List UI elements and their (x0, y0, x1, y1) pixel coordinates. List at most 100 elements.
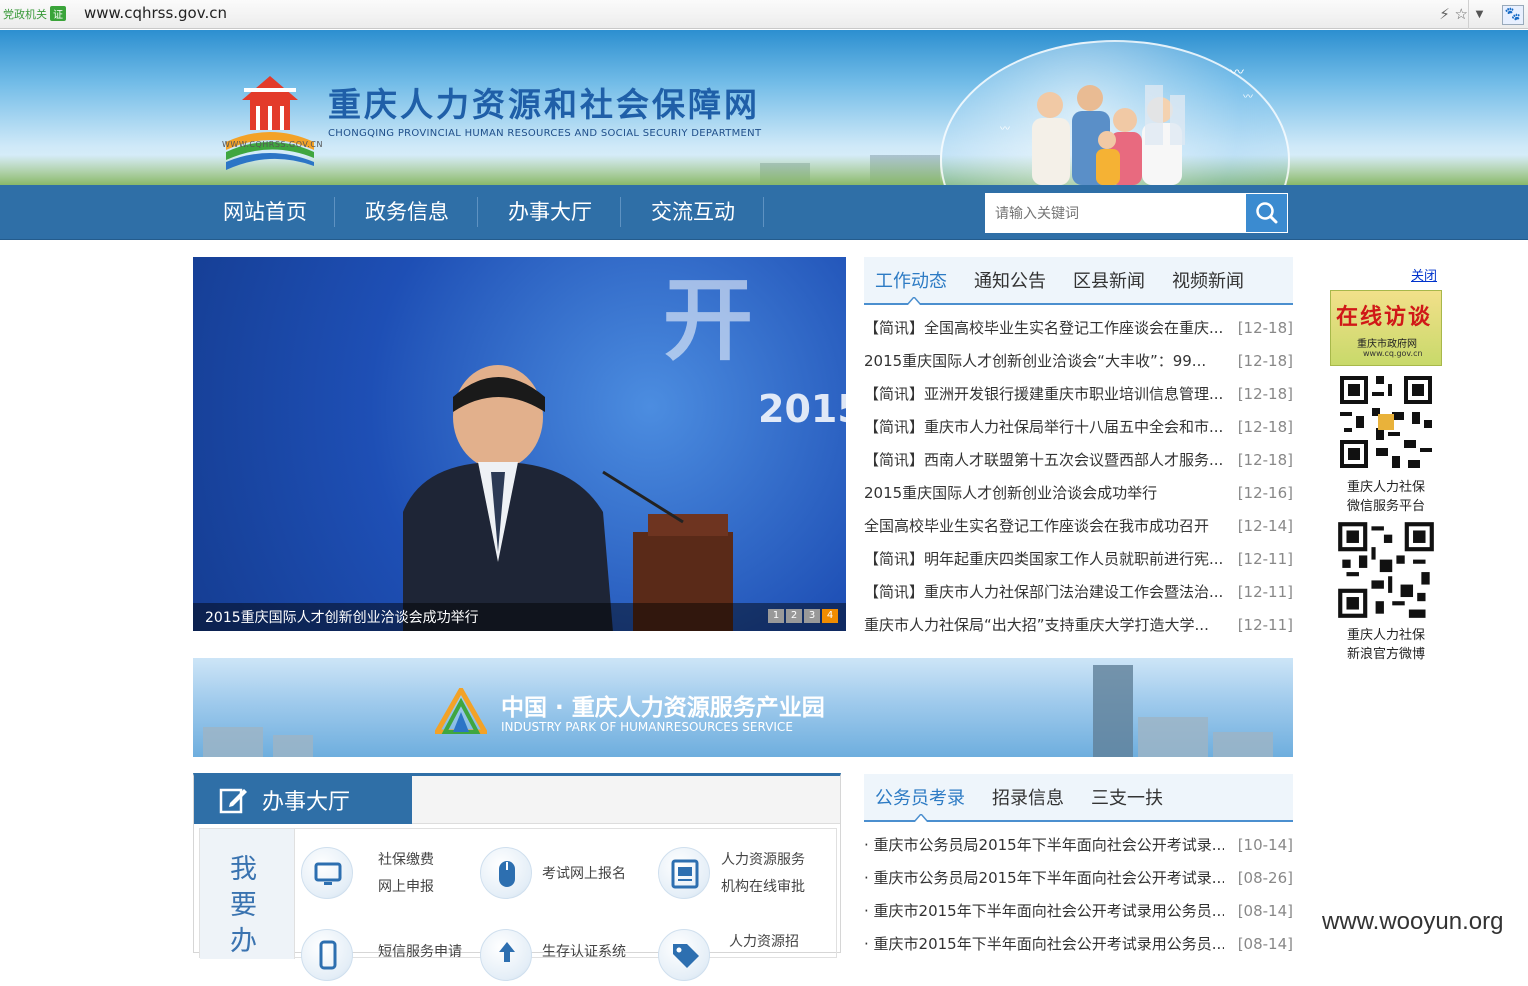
news-item[interactable]: 【简讯】西南人才联盟第十五次会议暨西部人才服务... [12-18] (864, 444, 1293, 477)
nav-item-service-hall[interactable]: 办事大厅 (491, 185, 609, 240)
slider-dot[interactable]: 3 (804, 609, 820, 623)
tab-notices[interactable]: 通知公告 (974, 267, 1046, 293)
online-interview-banner[interactable]: 在线访谈 重庆市政府网 www.cq.gov.cn (1330, 290, 1442, 366)
service-hr-agency-approval[interactable]: 人力资源服务 机构在线审批 (721, 847, 805, 901)
nav-item-gov-info[interactable]: 政务信息 (348, 185, 466, 240)
search-icon (1256, 202, 1278, 224)
news-date: [12-18] (1237, 451, 1293, 469)
tab-recruitment-info[interactable]: 招录信息 (992, 784, 1064, 810)
exam-item[interactable]: · 重庆市公务员局2015年下半年面向社会公开考试录... [10-14] (864, 829, 1293, 862)
news-item[interactable]: 2015重庆国际人才创新创业洽谈会“大丰收”：99... [12-18] (864, 345, 1293, 378)
news-slider[interactable]: 开 2015 2015重庆国际人才创新创业洽谈会成功举行 1234 (193, 257, 846, 631)
slider-dot[interactable]: 1 (768, 609, 784, 623)
exam-title[interactable]: · 重庆市公务员局2015年下半年面向社会公开考试录... (864, 862, 1224, 895)
news-item[interactable]: 【简讯】全国高校毕业生实名登记工作座谈会在重庆... [12-18] (864, 312, 1293, 345)
service-hr-recruitment[interactable]: 人力资源招 (729, 929, 799, 956)
exam-item[interactable]: · 重庆市2015年下半年面向社会公开考试录用公务员... [08-14] (864, 895, 1293, 928)
news-title[interactable]: 全国高校毕业生实名登记工作座谈会在我市成功召开 (864, 510, 1224, 543)
lightning-icon[interactable]: ⚡ (1439, 5, 1450, 23)
news-item[interactable]: 重庆市人力社保局“出大招”支持重庆大学打造大学... [12-11] (864, 609, 1293, 642)
slider-backdrop-year: 2015 (758, 387, 846, 431)
active-tab-arrow-icon (907, 297, 921, 305)
cert-indicator[interactable]: 党政机关证 (3, 6, 66, 22)
nav-item-home[interactable]: 网站首页 (206, 185, 324, 240)
exam-tabs: 公务员考录 招录信息 三支一扶 (864, 774, 1293, 822)
news-date: [12-14] (1237, 517, 1293, 535)
site-subtitle: CHONGQING PROVINCIAL HUMAN RESOURCES AND… (328, 128, 762, 139)
news-title[interactable]: 【简讯】西南人才联盟第十五次会议暨西部人才服务... (864, 444, 1224, 477)
industry-park-banner[interactable]: 中国 · 重庆人力资源服务产业园 INDUSTRY PARK OF HUMANR… (193, 658, 1293, 757)
monitor-icon[interactable] (301, 847, 353, 899)
close-link[interactable]: 关闭 (1411, 265, 1437, 284)
browser-address-bar: 党政机关证 www.cqhrss.gov.cn ⚡ ☆ ▼ 🐾 (0, 0, 1528, 29)
dropdown-arrow-icon[interactable]: ▼ (1468, 0, 1490, 29)
tag-icon[interactable] (658, 929, 710, 981)
news-title[interactable]: 【简讯】全国高校毕业生实名登记工作座谈会在重庆... (864, 312, 1224, 345)
site-header: 〰 〰 〰 WWW.CQHRSS.GOV.CN 重庆人力资源和社会保障网 CHO… (0, 30, 1528, 185)
wo-char: 我 (230, 854, 257, 885)
news-title[interactable]: 重庆市人力社保局“出大招”支持重庆大学打造大学... (864, 609, 1224, 642)
exam-title[interactable]: · 重庆市公务员局2015年下半年面向社会公开考试录... (864, 829, 1224, 862)
service-social-insurance[interactable]: 社保缴费 网上申报 (378, 847, 434, 901)
service-exam-registration[interactable]: 考试网上报名 (542, 861, 626, 888)
news-item[interactable]: 【简讯】明年起重庆四类国家工作人员就职前进行宪... [12-11] (864, 543, 1293, 576)
news-item[interactable]: 全国高校毕业生实名登记工作座谈会在我市成功召开 [12-14] (864, 510, 1293, 543)
slider-backdrop-text: 开 (663, 268, 753, 373)
star-icon[interactable]: ☆ (1455, 5, 1468, 23)
qr-label-line: 重庆人力社保 (1346, 628, 1425, 643)
news-title[interactable]: 【简讯】明年起重庆四类国家工作人员就职前进行宪... (864, 543, 1224, 576)
news-item[interactable]: 【简讯】重庆市人力社保部门法治建设工作会暨法治... [12-11] (864, 576, 1293, 609)
tab-work-news[interactable]: 工作动态 (875, 267, 947, 293)
url-field[interactable]: www.cqhrss.gov.cn (84, 4, 227, 22)
exam-item[interactable]: · 重庆市公务员局2015年下半年面向社会公开考试录... [08-26] (864, 862, 1293, 895)
nav-divider (763, 197, 764, 227)
slider-dot[interactable]: 2 (786, 609, 802, 623)
exam-date: [08-14] (1237, 935, 1293, 953)
search-button[interactable] (1245, 193, 1288, 233)
main-nav: 网站首页 政务信息 办事大厅 交流互动 (0, 185, 1528, 240)
exam-title[interactable]: · 重庆市2015年下半年面向社会公开考试录用公务员... (864, 895, 1224, 928)
edit-icon (219, 788, 247, 814)
service-label: 考试网上报名 (542, 866, 626, 882)
news-title[interactable]: 2015重庆国际人才创新创业洽谈会“大丰收”：99... (864, 345, 1224, 378)
news-date: [12-11] (1237, 550, 1293, 568)
cert-label: 党政机关 (3, 8, 47, 21)
tab-three-supports[interactable]: 三支一扶 (1091, 784, 1163, 810)
tab-district-news[interactable]: 区县新闻 (1073, 267, 1145, 293)
slider-caption[interactable]: 2015重庆国际人才创新创业洽谈会成功举行 (205, 607, 479, 627)
news-title[interactable]: 【简讯】亚洲开发银行援建重庆市职业培训信息管理... (864, 378, 1224, 411)
exam-item[interactable]: · 重庆市2015年下半年面向社会公开考试录用公务员... [08-14] (864, 928, 1293, 961)
nav-item-interaction[interactable]: 交流互动 (634, 185, 752, 240)
exam-date: [10-14] (1237, 836, 1293, 854)
news-date: [12-16] (1237, 484, 1293, 502)
i-want-to-do-label: 我 要 办 (200, 829, 295, 959)
interview-source: 重庆市政府网 (1357, 339, 1417, 350)
wechat-qr-label: 重庆人力社保 微信服务平台 (1331, 478, 1441, 516)
news-item[interactable]: 【简讯】重庆市人力社保局举行十八届五中全会和市... [12-18] (864, 411, 1293, 444)
news-date: [12-18] (1237, 418, 1293, 436)
news-date: [12-11] (1237, 583, 1293, 601)
family-illustration (1032, 85, 1185, 185)
upload-icon[interactable] (480, 929, 532, 981)
extension-icon[interactable]: 🐾 (1502, 5, 1524, 25)
tab-civil-servant-exam[interactable]: 公务员考录 (875, 784, 965, 810)
news-date: [12-18] (1237, 319, 1293, 337)
news-title[interactable]: 2015重庆国际人才创新创业洽谈会成功举行 (864, 477, 1224, 510)
building-illustration (203, 727, 263, 757)
news-item[interactable]: 【简讯】亚洲开发银行援建重庆市职业培训信息管理... [12-18] (864, 378, 1293, 411)
site-title: 重庆人力资源和社会保障网 (328, 85, 760, 124)
exam-title[interactable]: · 重庆市2015年下半年面向社会公开考试录用公务员... (864, 928, 1224, 961)
banner-title: 中国 · 重庆人力资源服务产业园 (501, 695, 825, 721)
phone-icon[interactable] (301, 929, 353, 981)
search-input[interactable] (985, 193, 1245, 233)
news-title[interactable]: 【简讯】重庆市人力社保局举行十八届五中全会和市... (864, 411, 1224, 444)
document-icon[interactable] (658, 847, 710, 899)
news-item[interactable]: 2015重庆国际人才创新创业洽谈会成功举行 [12-16] (864, 477, 1293, 510)
news-title[interactable]: 【简讯】重庆市人力社保部门法治建设工作会暨法治... (864, 576, 1224, 609)
mouse-icon[interactable] (480, 847, 532, 899)
slider-dot-active[interactable]: 4 (822, 609, 838, 623)
site-logo-icon (226, 76, 314, 170)
tab-video-news[interactable]: 视频新闻 (1172, 267, 1244, 293)
park-logo-icon (435, 688, 487, 734)
nav-divider (334, 197, 335, 227)
